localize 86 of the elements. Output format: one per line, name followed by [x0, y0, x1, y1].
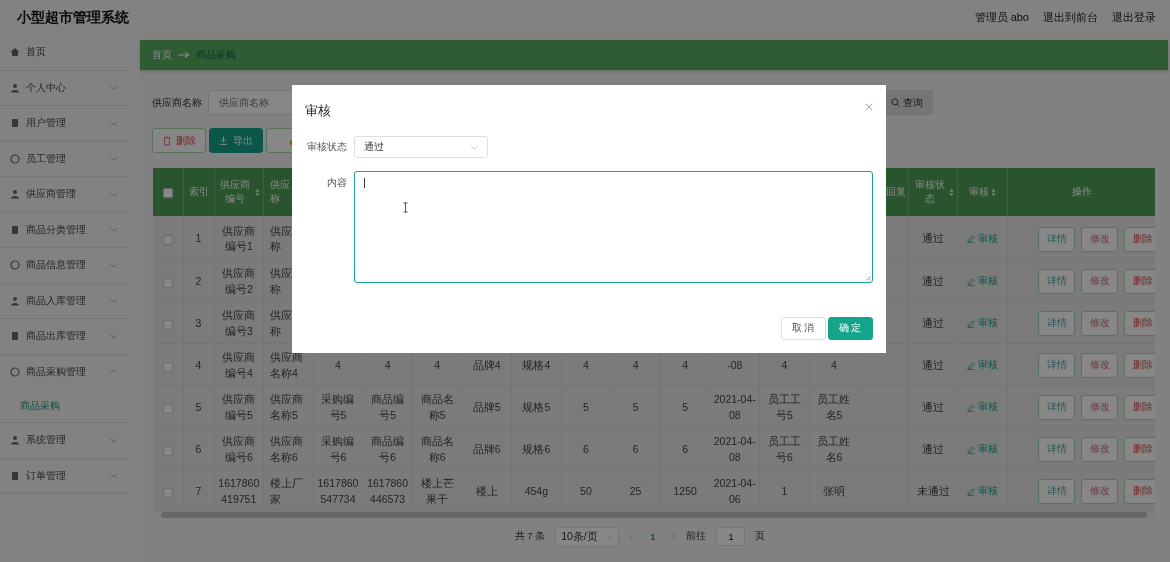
table-cell: 通过 — [922, 316, 945, 329]
table-cell: 规格6 — [522, 442, 551, 455]
table-cell: 1617860547734 — [317, 476, 359, 505]
total-count: 共 7 条 — [514, 530, 546, 543]
table-cell: 通过 — [922, 232, 945, 245]
column-header: 审核状态 — [913, 178, 946, 206]
table-cell: -08 — [727, 358, 743, 371]
field-label: 供应商名称 — [152, 95, 202, 110]
table-cell: 5 — [583, 400, 589, 413]
table-cell: 5 — [682, 400, 689, 413]
table-cell: 供应商名称6 — [270, 434, 304, 463]
table-cell: 商品名称5 — [420, 392, 454, 421]
table-cell: 商品编号6 — [371, 434, 405, 463]
column-header: 供应商编号 — [219, 178, 252, 206]
column-header: 审核 — [969, 185, 990, 199]
table-cell: 4 — [434, 358, 441, 371]
table-cell: 25 — [629, 484, 642, 497]
field-label: 审核状态 — [306, 140, 348, 154]
table-cell: 供应称 — [270, 223, 294, 255]
column-header: 索引 — [188, 185, 209, 199]
table-cell: 1617860419751 — [218, 476, 260, 505]
table-cell-text: 供应称 — [270, 265, 294, 297]
table-cell: 规格4 — [522, 358, 551, 371]
table-cell-text: 供应称 — [270, 307, 294, 339]
table-cell: 品牌4 — [472, 358, 501, 371]
table-cell: 供应商名称5 — [270, 392, 304, 421]
table-cell: 1250 — [673, 484, 697, 497]
table-cell: 采购编号6 — [321, 434, 355, 463]
table-cell: 2021-04-08 — [713, 434, 756, 463]
table-cell: 供应商编号5 — [222, 392, 256, 421]
table-cell: 未通过 — [916, 484, 950, 497]
column-header: 供应称 — [270, 178, 292, 206]
app-title: 小型超市管理系统 — [17, 8, 129, 27]
table-cell: 规格5 — [522, 400, 551, 413]
table-cell: 2021-04-08 — [713, 392, 756, 421]
table-cell: 6 — [195, 442, 202, 455]
table-cell: 4 — [781, 358, 788, 371]
table-cell: 采购编号5 — [321, 392, 355, 421]
table-cell: 通过 — [922, 442, 945, 455]
table-cell: 楼上芒果干 — [420, 476, 454, 505]
table-cell: 供应商编号3 — [222, 308, 256, 337]
table-cell: 品牌5 — [472, 400, 501, 413]
table-cell: 3 — [195, 316, 202, 329]
table-cell: 供应商名称4 — [270, 350, 304, 379]
table-cell: 2021-04-06 — [713, 476, 756, 505]
table-cell: 张明 — [822, 484, 845, 497]
table-cell: 供应商编号6 — [222, 434, 256, 463]
table-cell: 50 — [580, 484, 592, 497]
table-cell: 6 — [682, 442, 689, 455]
column-header: 操作 — [1072, 185, 1092, 199]
table-cell: 4 — [831, 358, 837, 371]
table-cell: 商品名称6 — [420, 434, 454, 463]
table-cell: 4 — [195, 358, 202, 371]
table-cell: 4 — [384, 358, 391, 371]
table-cell: 商品编号5 — [371, 392, 405, 421]
table-cell: 1617860446573 — [367, 476, 408, 505]
table-cell: 6 — [632, 442, 639, 455]
table-cell: 2 — [195, 274, 202, 287]
table-cell: 供应商编号2 — [222, 266, 256, 295]
column-header: 回复 — [885, 185, 906, 199]
table-cell: 通过 — [922, 274, 945, 287]
goto-label: 前往 — [686, 530, 707, 543]
page-unit: 页 — [755, 530, 766, 543]
table-cell: 通过 — [922, 358, 945, 371]
table-cell: 供应商编号4 — [222, 350, 256, 379]
table-cell: 品牌6 — [472, 442, 501, 455]
table-cell: 供应商编号1 — [222, 224, 256, 253]
table-cell: 4 — [632, 358, 639, 371]
table-cell: 1 — [195, 232, 202, 245]
table-cell: 楼上厂家 — [270, 476, 304, 505]
table-cell: 楼上 — [475, 484, 498, 497]
table-cell: 1 — [781, 484, 788, 497]
table-cell: 6 — [583, 442, 589, 455]
table-cell: 7 — [195, 484, 202, 497]
table-cell: 5 — [632, 400, 639, 413]
table-cell: 4 — [583, 358, 589, 371]
table-cell: 员工姓名6 — [817, 434, 851, 463]
field-label: 内容 — [326, 176, 348, 190]
table-cell: 通过 — [922, 400, 945, 413]
table-cell: 4 — [335, 358, 341, 371]
table-cell: 员工工号6 — [767, 434, 801, 463]
table-cell: 员工姓名5 — [817, 392, 851, 421]
table-cell: 员工工号5 — [767, 392, 801, 421]
table-cell: 4 — [682, 358, 689, 371]
table-cell: 454g — [524, 484, 549, 497]
table-cell: 5 — [195, 400, 202, 413]
